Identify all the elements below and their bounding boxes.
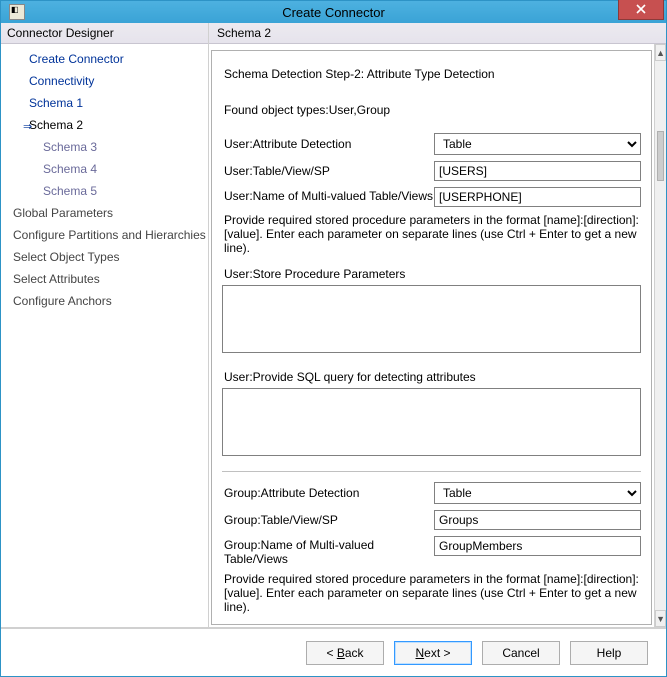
textarea-user-sp-params[interactable] [222, 285, 641, 353]
back-prefix: < [326, 646, 336, 660]
content-scroll-wrap: Schema Detection Step-2: Attribute Type … [209, 44, 666, 627]
row-user-table: User:Table/View/SP [222, 161, 641, 181]
next-button[interactable]: Next > [394, 641, 472, 665]
content-scroll-body: Schema Detection Step-2: Attribute Type … [209, 44, 654, 627]
sidebar-item-schema-1[interactable]: Schema 1 [1, 92, 208, 114]
sidebar-item-label: Schema 4 [43, 162, 97, 176]
sidebar-header: Connector Designer [1, 23, 208, 44]
close-button[interactable] [618, 0, 664, 20]
sidebar-item-connectivity[interactable]: Connectivity [1, 70, 208, 92]
help-group-sp: Provide required stored procedure parame… [224, 572, 639, 614]
row-group-attr-detection: Group:Attribute Detection Table [222, 482, 641, 504]
sidebar-item-label: Schema 5 [43, 184, 97, 198]
row-group-table: Group:Table/View/SP [222, 510, 641, 530]
label-user-sp-params: User:Store Procedure Parameters [224, 267, 641, 281]
input-user-table[interactable] [434, 161, 641, 181]
row-group-multi: Group:Name of Multi-valued Table/Views [222, 536, 641, 566]
sidebar-item-label: Create Connector [29, 52, 124, 66]
window-frame: ◧ Create Connector Connector Designer Cr… [0, 0, 667, 677]
label-user-multi: User:Name of Multi-valued Table/Views [222, 187, 434, 203]
help-button[interactable]: Help [570, 641, 648, 665]
help-user-sp: Provide required stored procedure parame… [224, 213, 639, 255]
back-mnemonic: B [337, 646, 345, 660]
system-menu-icon[interactable]: ◧ [9, 4, 25, 20]
label-user-sql: User:Provide SQL query for detecting att… [224, 370, 641, 384]
sidebar-item-select-object-types[interactable]: Select Object Types [1, 246, 208, 268]
textarea-user-sql[interactable] [222, 388, 641, 456]
sidebar-items: Create Connector Connectivity Schema 1 ⇒… [1, 44, 208, 312]
step-title: Schema Detection Step-2: Attribute Type … [224, 67, 641, 81]
sidebar-item-global-parameters[interactable]: Global Parameters [1, 202, 208, 224]
found-object-types: Found object types:User,Group [224, 103, 641, 117]
form-panel: Schema Detection Step-2: Attribute Type … [211, 50, 652, 625]
label-user-table: User:Table/View/SP [222, 164, 434, 178]
scroll-track[interactable] [655, 61, 666, 610]
content-header: Schema 2 [209, 23, 666, 44]
sidebar-item-schema-5[interactable]: Schema 5 [1, 180, 208, 202]
row-user-attr-detection: User:Attribute Detection Table [222, 133, 641, 155]
client-area: Connector Designer Create Connector Conn… [1, 23, 666, 676]
vertical-scrollbar[interactable]: ▲ ▼ [654, 44, 666, 627]
label-group-table: Group:Table/View/SP [222, 513, 434, 527]
input-group-multi[interactable] [434, 536, 641, 556]
next-mnemonic: N [415, 646, 424, 660]
divider [222, 471, 641, 472]
cancel-button[interactable]: Cancel [482, 641, 560, 665]
sidebar-item-label: Configure Anchors [13, 294, 112, 308]
sidebar-item-schema-4[interactable]: Schema 4 [1, 158, 208, 180]
current-step-arrow-icon: ⇒ [23, 118, 32, 136]
input-user-multi[interactable] [434, 187, 641, 207]
sidebar-item-configure-partitions[interactable]: Configure Partitions and Hierarchies [1, 224, 208, 246]
select-user-attr-detection[interactable]: Table [434, 133, 641, 155]
close-icon [636, 4, 646, 14]
sidebar-item-label: Schema 2 [29, 118, 83, 132]
row-user-multi: User:Name of Multi-valued Table/Views [222, 187, 641, 207]
label-group-attr-detection: Group:Attribute Detection [222, 486, 434, 500]
sidebar-item-label: Select Object Types [13, 250, 120, 264]
content: Schema 2 Schema Detection Step-2: Attrib… [209, 23, 666, 627]
input-group-table[interactable] [434, 510, 641, 530]
window-title: Create Connector [1, 5, 666, 20]
sidebar: Connector Designer Create Connector Conn… [1, 23, 209, 627]
sidebar-item-select-attributes[interactable]: Select Attributes [1, 268, 208, 290]
sidebar-item-label: Select Attributes [13, 272, 100, 286]
select-group-attr-detection[interactable]: Table [434, 482, 641, 504]
scroll-up-button[interactable]: ▲ [655, 44, 666, 61]
sidebar-item-schema-2[interactable]: ⇒ Schema 2 [1, 114, 208, 136]
back-rest: ack [345, 646, 364, 660]
sidebar-item-schema-3[interactable]: Schema 3 [1, 136, 208, 158]
wizard-button-row: < Back Next > Cancel Help [1, 628, 666, 676]
sidebar-item-label: Schema 1 [29, 96, 83, 110]
scroll-thumb[interactable] [657, 131, 664, 181]
scroll-down-button[interactable]: ▼ [655, 610, 666, 627]
label-user-attr-detection: User:Attribute Detection [222, 137, 434, 151]
sidebar-item-configure-anchors[interactable]: Configure Anchors [1, 290, 208, 312]
sidebar-item-label: Connectivity [29, 74, 94, 88]
next-rest: ext > [424, 646, 450, 660]
sidebar-item-label: Global Parameters [13, 206, 113, 220]
sidebar-item-label: Schema 3 [43, 140, 97, 154]
titlebar[interactable]: ◧ Create Connector [1, 1, 666, 23]
sidebar-item-create-connector[interactable]: Create Connector [1, 48, 208, 70]
label-group-multi: Group:Name of Multi-valued Table/Views [222, 536, 434, 566]
sidebar-item-label: Configure Partitions and Hierarchies [13, 228, 206, 242]
back-button[interactable]: < Back [306, 641, 384, 665]
main-row: Connector Designer Create Connector Conn… [1, 23, 666, 628]
